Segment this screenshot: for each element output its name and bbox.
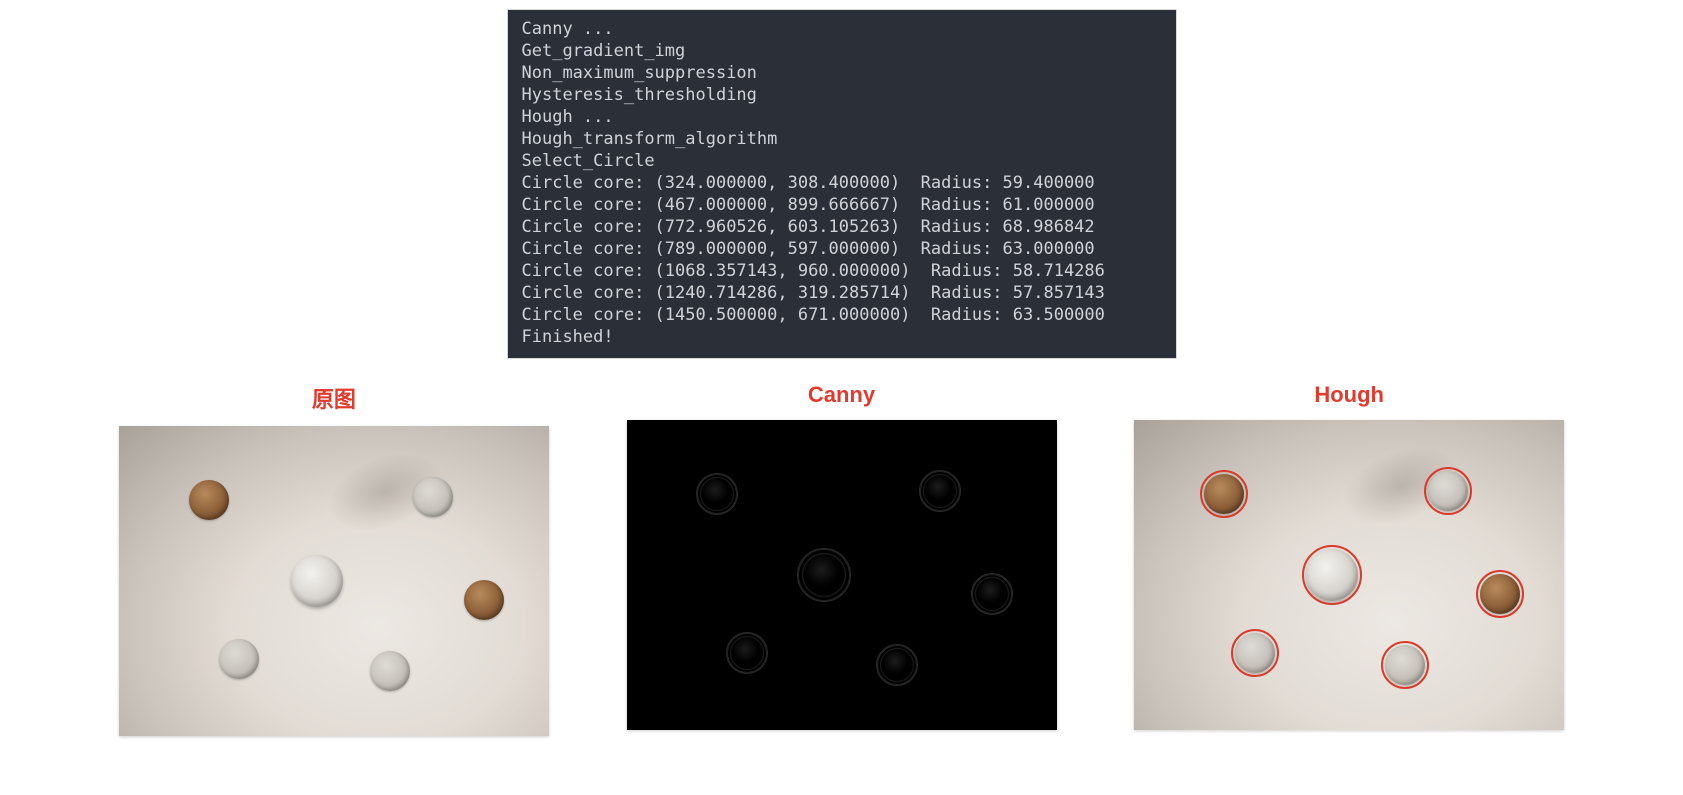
coin-mid-right <box>464 580 504 620</box>
coin-center-edge <box>797 548 851 602</box>
coin-top-left-edge <box>696 473 738 515</box>
coin-top-right-edge <box>919 470 961 512</box>
caption-original: 原图 <box>312 382 356 414</box>
caption-canny: Canny <box>808 382 875 408</box>
coin-bottom-left <box>219 639 259 679</box>
col-original: 原图 <box>110 382 558 736</box>
coin-bottom-right-edge <box>876 644 918 686</box>
image-row: 原图 Canny Hough <box>0 358 1683 766</box>
coin-center <box>291 555 343 607</box>
coin-bottom-left-edge <box>726 632 768 674</box>
image-original <box>119 426 549 736</box>
col-canny: Canny <box>618 382 1066 730</box>
col-hough: Hough <box>1125 382 1573 730</box>
coin-bottom-left <box>1235 633 1275 673</box>
coin-top-right <box>1428 471 1468 511</box>
image-canny <box>627 420 1057 730</box>
coin-top-left <box>189 480 229 520</box>
coin-bottom-right <box>1385 645 1425 685</box>
caption-hough: Hough <box>1314 382 1384 408</box>
coin-top-right <box>413 477 453 517</box>
coin-mid-right-edge <box>971 573 1013 615</box>
image-hough <box>1134 420 1564 730</box>
coin-bottom-right <box>370 651 410 691</box>
coin-center <box>1306 549 1358 601</box>
coin-top-left <box>1204 474 1244 514</box>
terminal-output: Canny ... Get_gradient_img Non_maximum_s… <box>508 10 1176 358</box>
coin-mid-right <box>1480 574 1520 614</box>
